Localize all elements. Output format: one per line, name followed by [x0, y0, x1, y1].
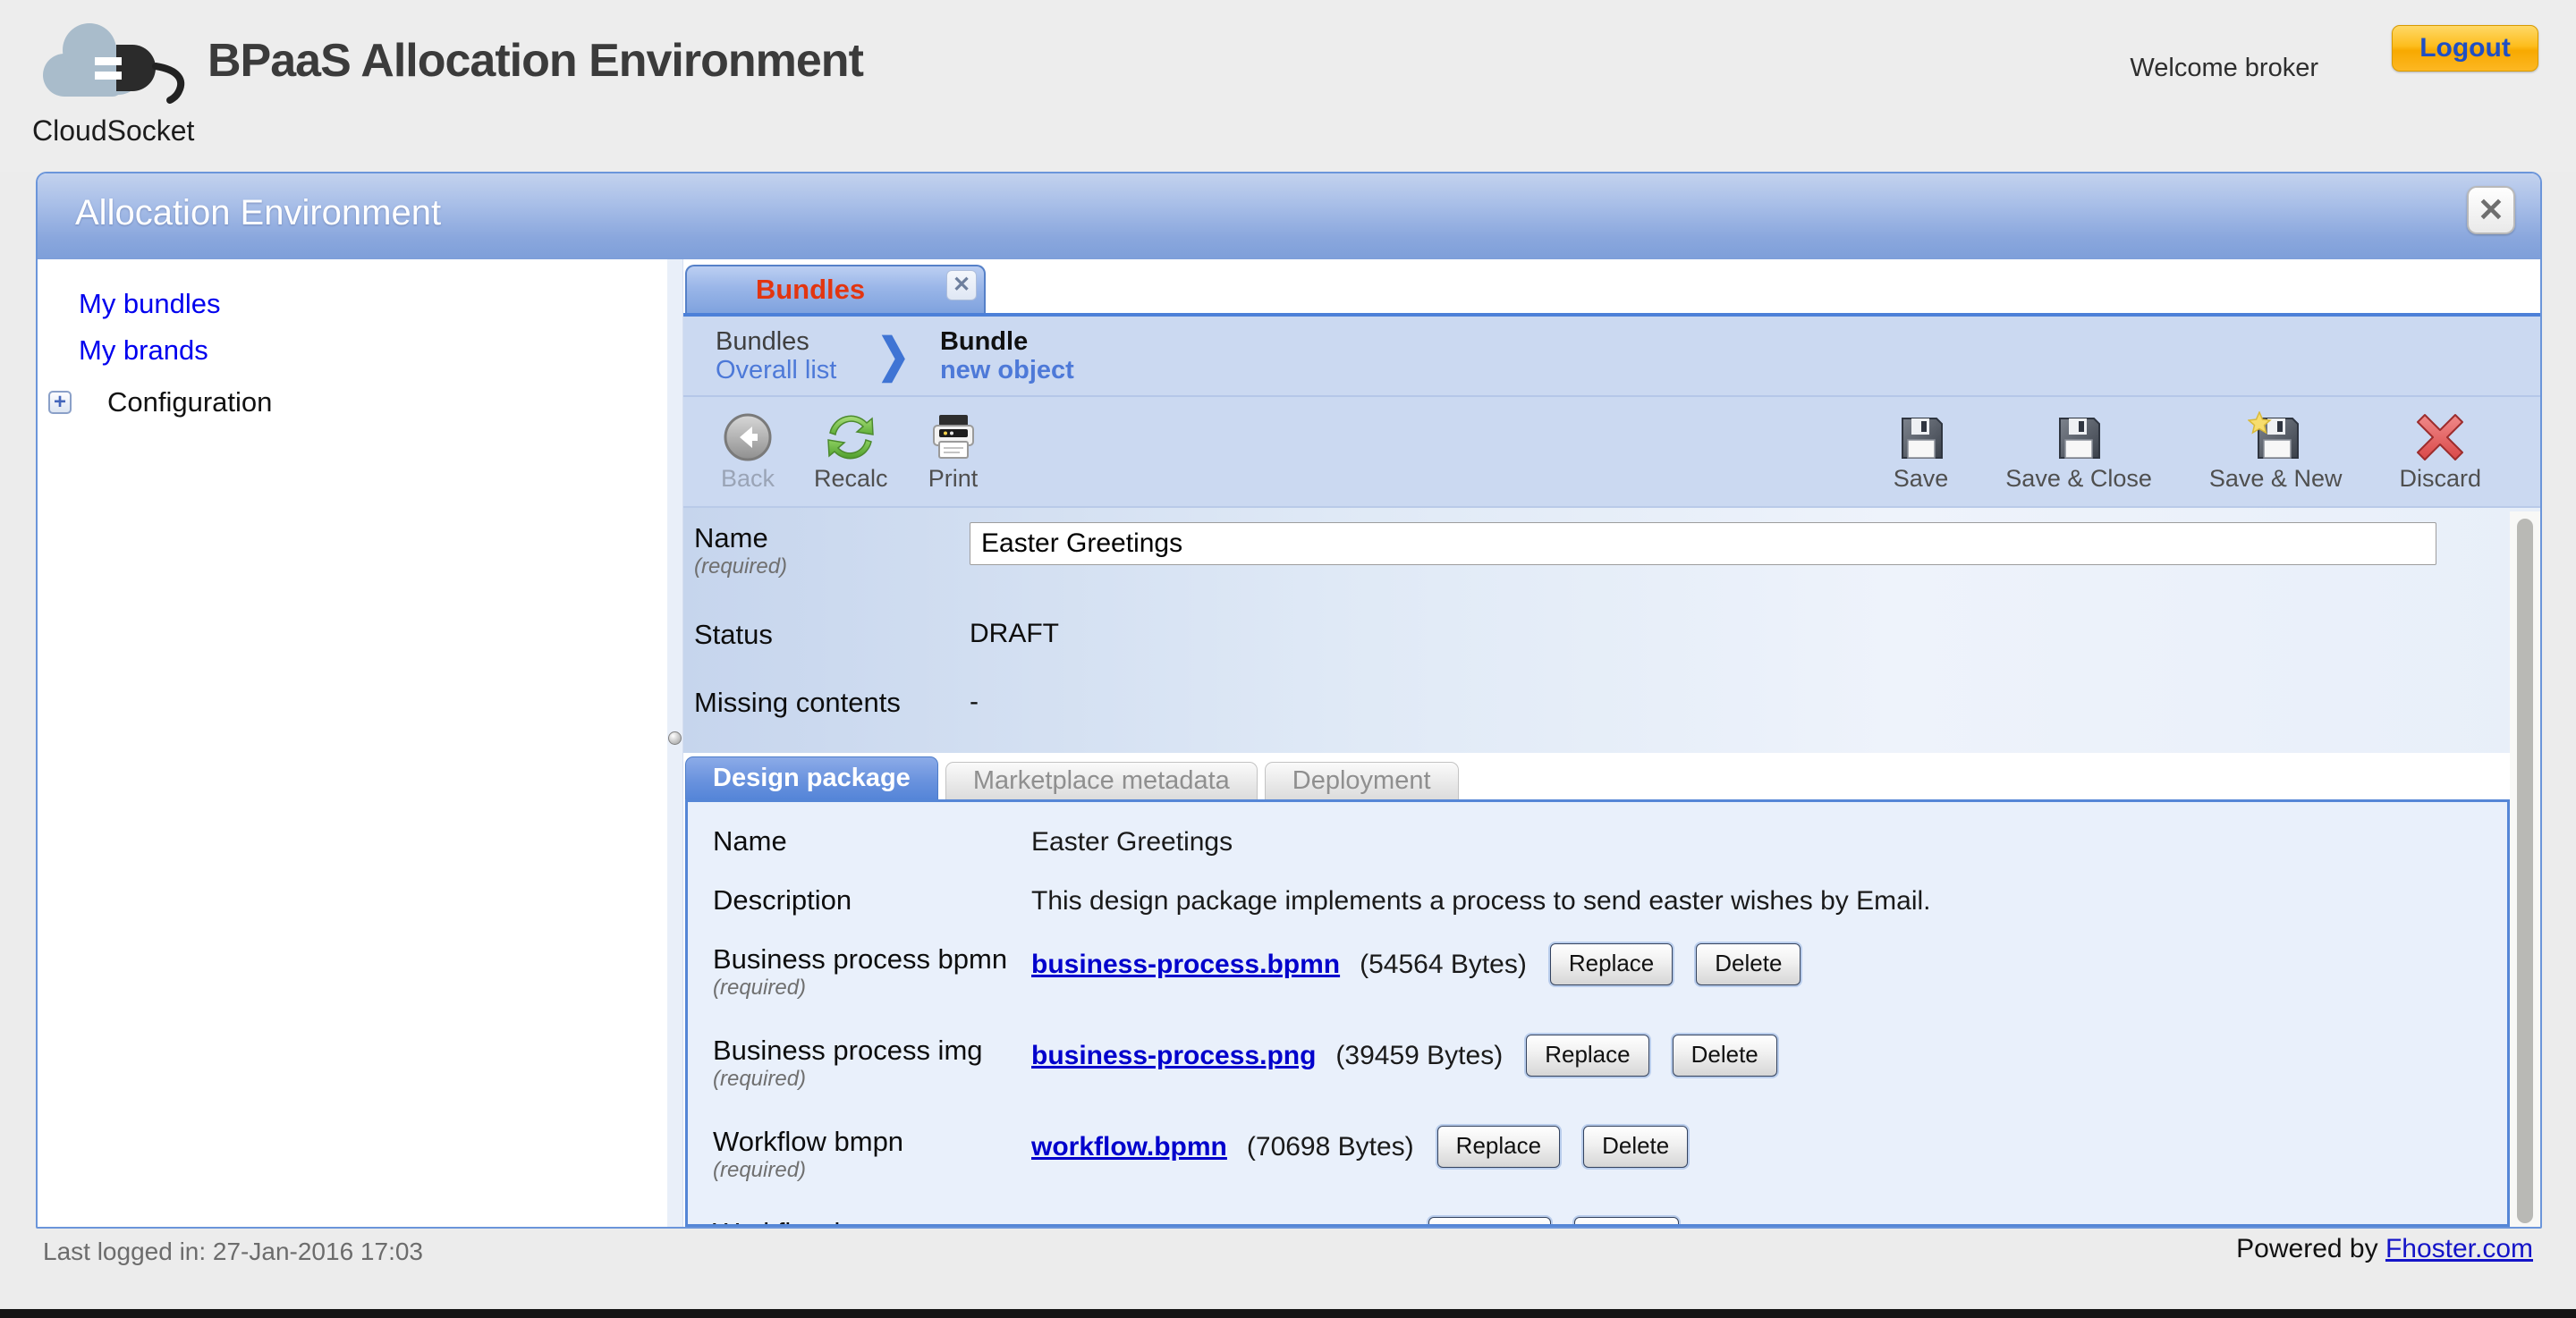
- name-required-note: (required): [694, 554, 970, 579]
- dp-workflow-bpmn-row: Workflow bmpn (required) workflow.bpmn (…: [713, 1126, 2507, 1183]
- breadcrumb-parent[interactable]: Bundles Overall list: [716, 327, 836, 385]
- breadcrumb: Bundles Overall list ❯ Bundle new object: [683, 317, 2540, 395]
- sidebar-item-my-brands[interactable]: My brands: [79, 334, 667, 367]
- configuration-label: Configuration: [107, 386, 272, 418]
- bp-img-delete-button[interactable]: Delete: [1673, 1035, 1777, 1077]
- tab-marketplace-metadata[interactable]: Marketplace metadata: [945, 762, 1258, 799]
- bp-img-file-size: (39459 Bytes): [1335, 1041, 1503, 1071]
- print-button[interactable]: Print: [928, 411, 979, 493]
- logout-button[interactable]: Logout: [2392, 25, 2538, 72]
- bpmn-file-size: (54564 Bytes): [1360, 950, 1527, 980]
- back-arrow-icon: [722, 411, 774, 463]
- expand-plus-icon[interactable]: +: [48, 391, 72, 414]
- breadcrumb-parent-sub[interactable]: Overall list: [716, 356, 836, 384]
- bpmn-delete-button[interactable]: Delete: [1696, 943, 1801, 985]
- bundle-form: Name (required) Status DRAFT Missing con…: [683, 506, 2540, 753]
- cloudsocket-logo: CloudSocket: [25, 5, 204, 166]
- tab-deployment[interactable]: Deployment: [1265, 762, 1459, 799]
- page-title: BPaaS Allocation Environment: [208, 34, 863, 88]
- workflow-img-delete-button[interactable]: Delete: [1574, 1217, 1679, 1227]
- workflow-img-file-size: (169870 Bytes): [1223, 1223, 1404, 1228]
- status-value: DRAFT: [970, 619, 1059, 649]
- breadcrumb-parent-title: Bundles: [716, 327, 836, 356]
- main-content: Bundles ✕ Bundles Overall list ❯ Bundle …: [683, 259, 2540, 1227]
- floppy-disk-icon: [1895, 411, 1947, 463]
- sidebar: My bundles My brands + Configuration: [38, 259, 667, 1227]
- recalc-refresh-icon: [825, 411, 877, 463]
- dp-workflow-img-row: Workflow img (required) workflow.png (16…: [713, 1217, 2507, 1227]
- missing-contents-label: Missing contents: [694, 687, 970, 719]
- bpmn-file-link[interactable]: business-process.bpmn: [1031, 950, 1340, 980]
- scrollbar-thumb[interactable]: [2517, 519, 2533, 1223]
- toolbar: Back Recalc: [683, 395, 2540, 506]
- bpmn-replace-button[interactable]: Replace: [1550, 943, 1673, 985]
- workflow-img-replace-button[interactable]: Replace: [1428, 1217, 1551, 1227]
- tab-close-icon[interactable]: ✕: [946, 270, 977, 300]
- workflow-img-file-link[interactable]: workflow.png: [1031, 1223, 1203, 1228]
- status-row: Status DRAFT: [694, 619, 2540, 651]
- save-close-button[interactable]: Save & Close: [2005, 411, 2152, 493]
- tab-bundles[interactable]: Bundles ✕: [685, 265, 986, 313]
- workflow-bpmn-file-link[interactable]: workflow.bpmn: [1031, 1132, 1227, 1162]
- cloud-plug-icon: [30, 11, 200, 118]
- discard-button[interactable]: Discard: [2399, 411, 2481, 493]
- bottom-edge-bar: [0, 1309, 2576, 1318]
- back-button[interactable]: Back: [721, 411, 775, 493]
- tab-bundles-label: Bundles: [687, 274, 934, 306]
- red-x-icon: [2414, 411, 2466, 463]
- dp-name-row: Name Easter Greetings: [713, 825, 2507, 858]
- design-package-panel: Name Easter Greetings Description This d…: [685, 799, 2510, 1227]
- bp-img-replace-button[interactable]: Replace: [1526, 1035, 1648, 1077]
- name-row: Name (required): [694, 522, 2540, 579]
- tab-strip: Bundles ✕: [683, 259, 2540, 313]
- save-button[interactable]: Save: [1894, 411, 1949, 493]
- breadcrumb-current: Bundle new object: [940, 327, 1074, 385]
- workflow-bpmn-delete-button[interactable]: Delete: [1583, 1126, 1688, 1168]
- panel-splitter[interactable]: [667, 259, 683, 1227]
- workflow-bpmn-file-size: (70698 Bytes): [1247, 1132, 1414, 1162]
- floppy-disk-star-icon: [2248, 411, 2303, 463]
- dp-bpmn-row: Business process bpmn (required) busines…: [713, 943, 2507, 1001]
- printer-icon: [928, 411, 979, 463]
- recalc-button[interactable]: Recalc: [814, 411, 888, 493]
- powered-by-text: Powered by Fhoster.com: [2236, 1234, 2533, 1264]
- fhoster-link[interactable]: Fhoster.com: [2385, 1234, 2533, 1263]
- sidebar-item-configuration[interactable]: + Configuration: [48, 386, 667, 418]
- missing-contents-value: -: [970, 687, 979, 717]
- name-input[interactable]: [970, 522, 2436, 565]
- page-footer: Last logged in: 27-Jan-2016 17:03 Powere…: [0, 1230, 2576, 1309]
- bp-img-file-link[interactable]: business-process.png: [1031, 1041, 1316, 1071]
- splitter-handle-icon[interactable]: [668, 731, 682, 745]
- sidebar-item-my-bundles[interactable]: My bundles: [79, 288, 667, 320]
- last-login-text: Last logged in: 27-Jan-2016 17:03: [43, 1238, 423, 1266]
- dp-img-row: Business process img (required) business…: [713, 1035, 2507, 1092]
- status-label: Status: [694, 619, 970, 651]
- tab-design-package[interactable]: Design package: [685, 756, 938, 799]
- dp-name-value: Easter Greetings: [1031, 825, 1233, 858]
- app-header: CloudSocket BPaaS Allocation Environment…: [0, 0, 2576, 172]
- window-titlebar: Allocation Environment ✕: [38, 173, 2540, 259]
- window-close-icon[interactable]: ✕: [2467, 186, 2515, 234]
- dp-description-value: This design package implements a process…: [1031, 884, 1930, 917]
- vertical-scrollbar[interactable]: [2510, 511, 2540, 1227]
- window-title: Allocation Environment: [75, 193, 441, 233]
- workflow-bpmn-replace-button[interactable]: Replace: [1437, 1126, 1560, 1168]
- name-label: Name: [694, 522, 970, 554]
- missing-contents-row: Missing contents -: [694, 687, 2540, 719]
- logo-wordmark: CloudSocket: [32, 114, 194, 148]
- welcome-message: Welcome broker: [2130, 54, 2318, 83]
- dp-description-row: Description This design package implemen…: [713, 884, 2507, 917]
- allocation-environment-window: Allocation Environment ✕ My bundles My b…: [36, 172, 2542, 1229]
- save-new-button[interactable]: Save & New: [2209, 411, 2343, 493]
- floppy-disk-icon: [2053, 411, 2105, 463]
- breadcrumb-current-sub: new object: [940, 356, 1074, 384]
- breadcrumb-current-title: Bundle: [940, 327, 1074, 356]
- detail-tab-bar: Design package Marketplace metadata Depl…: [683, 753, 2540, 799]
- breadcrumb-arrow-icon: ❯: [877, 329, 911, 383]
